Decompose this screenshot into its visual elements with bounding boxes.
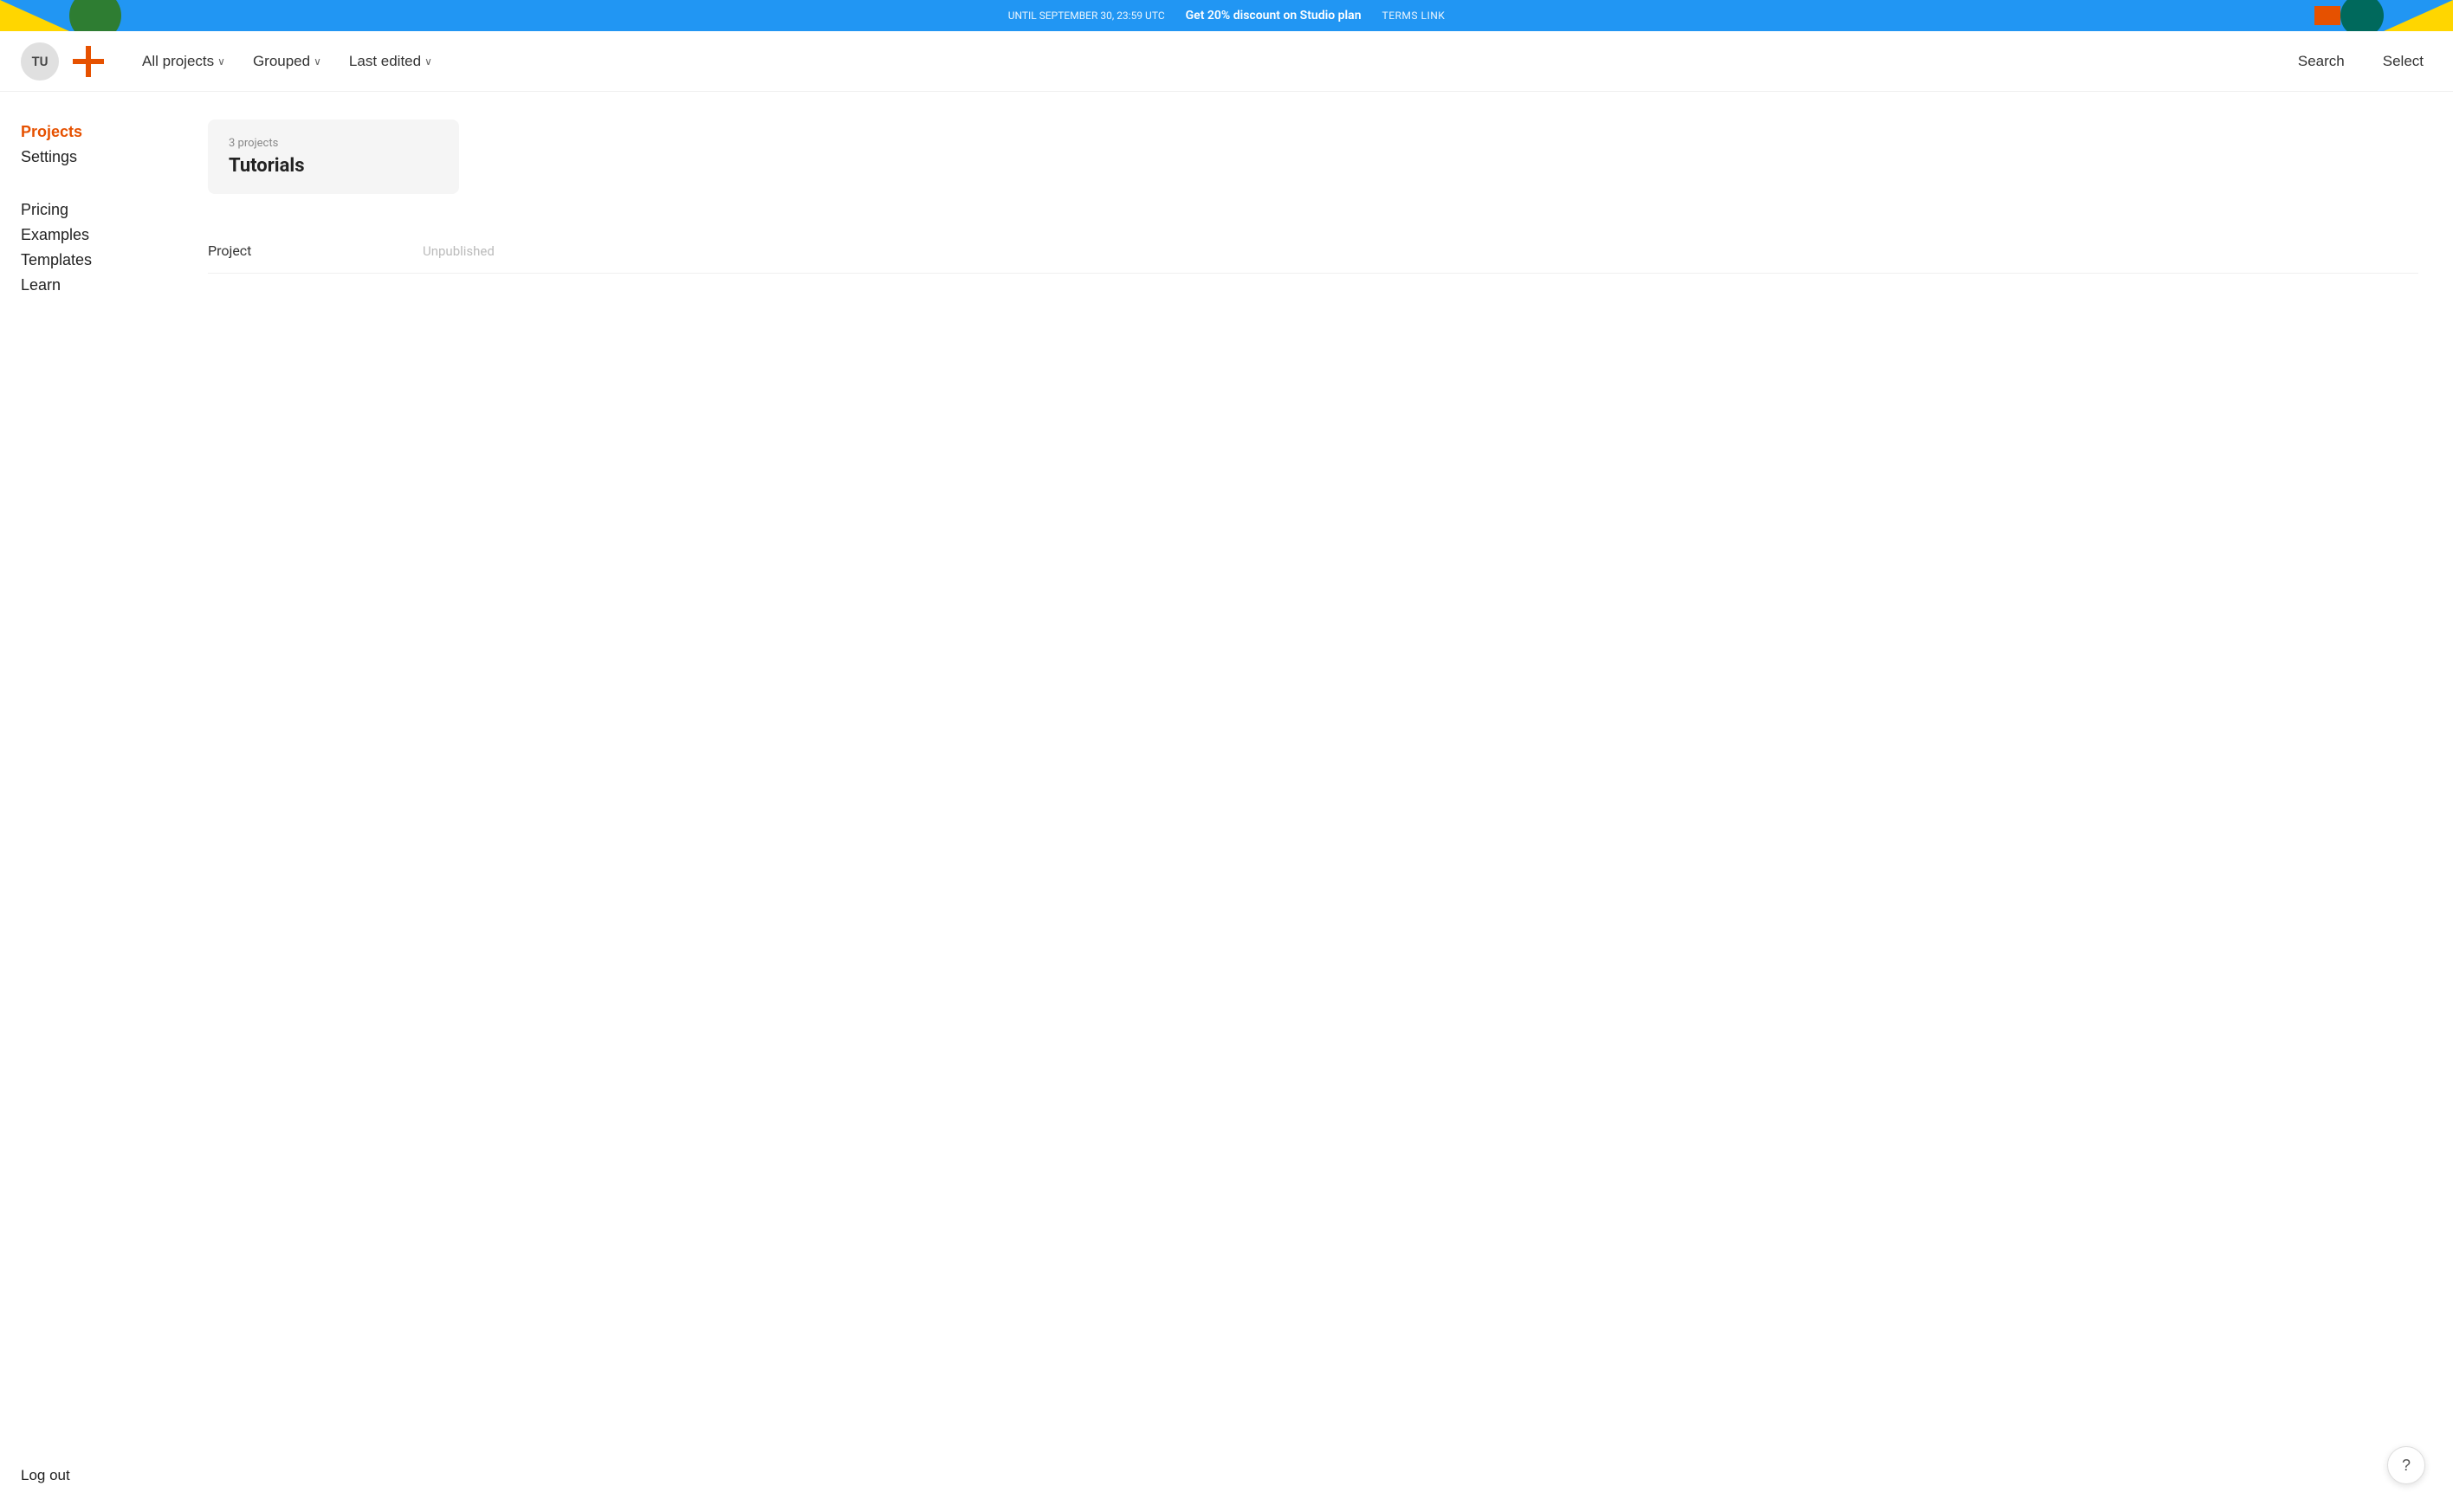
group-title: Tutorials	[229, 155, 438, 177]
group-project-count: 3 projects	[229, 137, 438, 150]
body-layout: Projects Settings Pricing Examples Templ…	[0, 92, 2453, 1512]
sidebar-secondary-nav: Pricing Examples Templates Learn	[21, 197, 152, 298]
banner-terms-link[interactable]: TERMS LINK	[1382, 10, 1446, 22]
nav-right-actions: Search Select	[2289, 48, 2432, 75]
select-label: Select	[2383, 53, 2424, 69]
grouped-chevron: ∨	[314, 55, 321, 68]
last-edited-filter[interactable]: Last edited ∨	[339, 48, 443, 75]
banner-until-text: UNTIL SEPTEMBER 30, 23:59 UTC	[1008, 10, 1165, 22]
sidebar-item-templates[interactable]: Templates	[21, 248, 152, 273]
project-name: Project	[208, 242, 381, 259]
orange-rect	[2314, 6, 2340, 25]
help-button[interactable]: ?	[2387, 1446, 2425, 1484]
search-label: Search	[2298, 53, 2345, 69]
search-button[interactable]: Search	[2289, 48, 2353, 75]
grouped-filter[interactable]: Grouped ∨	[243, 48, 332, 75]
teal-circle	[2340, 0, 2384, 31]
plus-icon	[73, 46, 104, 77]
last-edited-chevron: ∨	[424, 55, 432, 68]
sidebar-item-settings[interactable]: Settings	[21, 145, 152, 170]
all-projects-label: All projects	[142, 53, 214, 70]
yellow-triangle-left	[0, 0, 69, 31]
sidebar-item-examples[interactable]: Examples	[21, 223, 152, 248]
yellow-triangle-right	[2384, 0, 2453, 31]
sidebar-top: Projects Settings Pricing Examples Templ…	[21, 120, 152, 298]
banner-content: UNTIL SEPTEMBER 30, 23:59 UTC Get 20% di…	[1008, 9, 1446, 23]
avatar[interactable]: TU	[21, 42, 59, 81]
nav-filters: All projects ∨ Grouped ∨ Last edited ∨	[132, 48, 2289, 75]
main-content: 3 projects Tutorials Project Unpublished	[173, 92, 2453, 1512]
sidebar: Projects Settings Pricing Examples Templ…	[0, 92, 173, 1512]
table-row[interactable]: Project Unpublished	[208, 229, 2418, 274]
sidebar-item-pricing[interactable]: Pricing	[21, 197, 152, 223]
all-projects-filter[interactable]: All projects ∨	[132, 48, 236, 75]
top-navigation: TU All projects ∨ Grouped ∨ Last edited …	[0, 31, 2453, 92]
all-projects-chevron: ∨	[217, 55, 225, 68]
banner-offer-text: Get 20% discount on Studio plan	[1186, 9, 1362, 23]
select-button[interactable]: Select	[2374, 48, 2432, 75]
grouped-label: Grouped	[253, 53, 310, 70]
promo-banner: UNTIL SEPTEMBER 30, 23:59 UTC Get 20% di…	[0, 0, 2453, 31]
banner-left-decoration	[0, 0, 139, 31]
logout-button[interactable]: Log out	[21, 1467, 70, 1484]
sidebar-item-learn[interactable]: Learn	[21, 273, 152, 298]
sidebar-bottom: Log out	[21, 1467, 152, 1484]
banner-right-decoration	[2314, 0, 2453, 31]
projects-area: Project Unpublished	[208, 229, 2418, 274]
tutorials-group-card[interactable]: 3 projects Tutorials	[208, 120, 459, 194]
sidebar-item-projects[interactable]: Projects	[21, 120, 152, 145]
sidebar-main-nav: Projects Settings	[21, 120, 152, 170]
project-status: Unpublished	[423, 243, 495, 259]
add-project-button[interactable]	[73, 46, 104, 77]
last-edited-label: Last edited	[349, 53, 421, 70]
green-circle	[69, 0, 121, 31]
help-icon: ?	[2402, 1457, 2411, 1475]
